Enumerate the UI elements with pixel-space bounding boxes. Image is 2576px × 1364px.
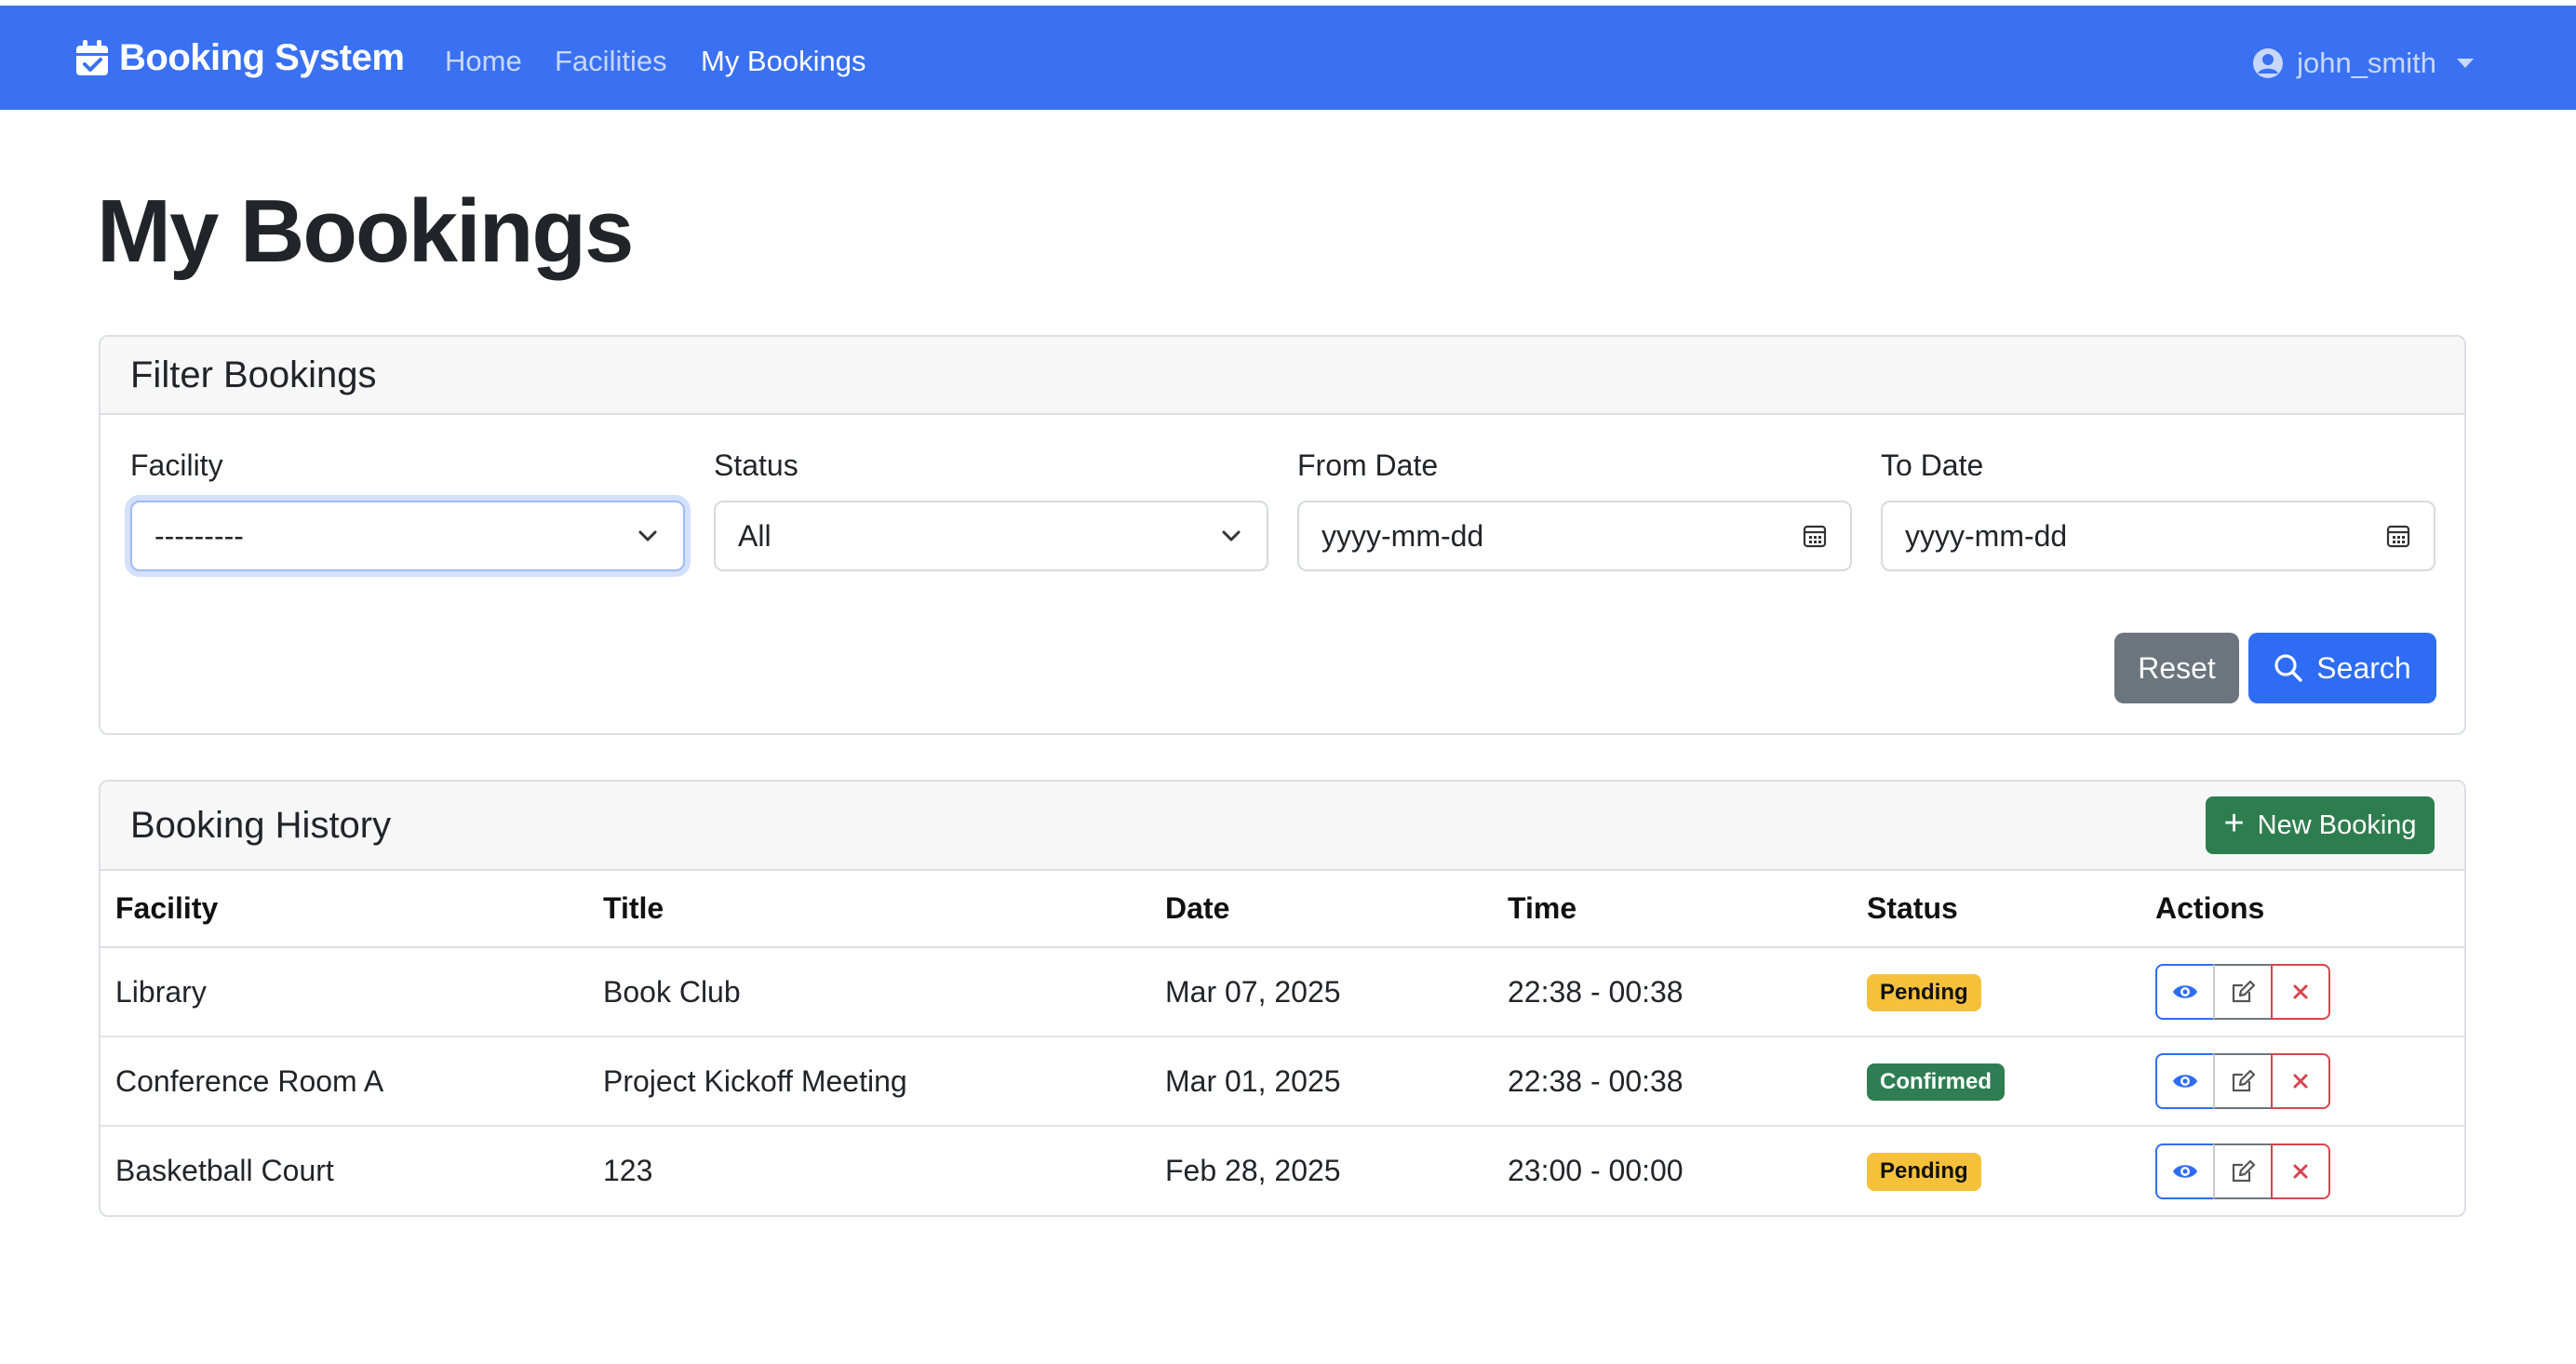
cell-facility: Library (101, 947, 588, 1037)
edit-button[interactable] (2213, 1053, 2273, 1109)
cell-status: Confirmed (1852, 1036, 2140, 1127)
chevron-down-icon (638, 530, 657, 542)
cell-facility: Basketball Court (115, 1154, 334, 1187)
cell-time: 22:38 - 00:38 (1493, 1036, 1852, 1127)
close-icon (2293, 984, 2308, 999)
nav-home[interactable]: Home (445, 45, 522, 78)
eye-icon (2173, 1164, 2197, 1178)
from-date-placeholder: yyyy-mm-dd (1322, 518, 1484, 553)
delete-button[interactable] (2271, 1143, 2330, 1199)
cell-time: 23:00 - 00:00 (1508, 1154, 1684, 1187)
filter-card: Filter Bookings Facility --------- Statu… (99, 335, 2466, 735)
cell-date: Mar 07, 2025 (1150, 947, 1493, 1037)
cell-actions (2140, 947, 2464, 1037)
status-field: Status All (714, 448, 1268, 571)
view-button[interactable] (2155, 1143, 2215, 1199)
filter-card-header: Filter Bookings (101, 337, 2464, 415)
navbar: Booking System Home Facilities My Bookin… (0, 6, 2576, 110)
col-date: Date (1150, 871, 1493, 948)
cell-facility: Conference Room A (101, 1036, 588, 1127)
bookings-table: Facility Title Date Time Status Actions … (101, 871, 2464, 1215)
to-date-placeholder: yyyy-mm-dd (1905, 518, 2068, 553)
row-actions (2155, 1053, 2449, 1109)
search-icon (2274, 654, 2302, 682)
table-row: Conference Room A Project Kickoff Meetin… (101, 1036, 2464, 1127)
calendar-icon[interactable] (1802, 523, 1828, 549)
col-time: Time (1493, 871, 1852, 948)
edit-icon (2232, 980, 2256, 1003)
to-date-field: To Date yyyy-mm-dd (1881, 448, 2435, 571)
cell-status: Pending (1852, 1126, 2140, 1215)
edit-button[interactable] (2213, 1143, 2273, 1199)
to-date-label: To Date (1881, 448, 1984, 482)
table-header-row: Facility Title Date Time Status Actions (101, 871, 2464, 948)
edit-icon (2232, 1159, 2256, 1182)
status-badge: Pending (1867, 973, 1981, 1012)
cell-actions (2140, 1036, 2464, 1127)
eye-icon (2173, 1075, 2197, 1088)
username: john_smith (2297, 47, 2436, 79)
from-date-field: From Date yyyy-mm-dd (1297, 448, 1852, 571)
from-date-label: From Date (1297, 448, 1439, 482)
booking-history-header: Booking History + New Booking (101, 782, 2464, 871)
col-title: Title (588, 871, 1150, 948)
from-date-input[interactable]: yyyy-mm-dd (1297, 501, 1852, 571)
nav-my-bookings[interactable]: My Bookings (701, 45, 865, 78)
row-actions (2155, 964, 2449, 1020)
cell-date: Feb 28, 2025 (1165, 1154, 1341, 1187)
booking-history-card: Booking History + New Booking Facility T… (99, 780, 2466, 1217)
brand-text: Booking System (119, 36, 405, 78)
plus-icon: + (2223, 804, 2245, 843)
chevron-down-icon (2457, 59, 2474, 68)
search-label: Search (2316, 650, 2411, 685)
facility-label: Facility (130, 448, 223, 482)
table-row: Basketball Court 123 Feb 28, 2025 23:00 … (101, 1126, 2464, 1215)
calendar-check-icon (76, 40, 108, 75)
reset-label: Reset (2138, 650, 2216, 685)
status-badge: Confirmed (1867, 1063, 2005, 1102)
view-button[interactable] (2155, 964, 2215, 1020)
brand-link[interactable]: Booking System (74, 33, 405, 82)
booking-history-title: Booking History (130, 804, 392, 846)
status-select[interactable]: All (714, 501, 1268, 571)
col-status: Status (1852, 871, 2140, 948)
status-badge: Pending (1867, 1153, 1981, 1191)
nav-facilities[interactable]: Facilities (555, 45, 667, 78)
new-booking-button[interactable]: + New Booking (2206, 796, 2435, 854)
delete-button[interactable] (2271, 964, 2330, 1020)
cell-date: Mar 01, 2025 (1150, 1036, 1493, 1127)
facility-select[interactable]: --------- (130, 501, 685, 571)
cell-actions (2140, 1126, 2464, 1215)
eye-icon (2173, 985, 2197, 998)
close-icon (2293, 1074, 2308, 1089)
status-select-value: All (738, 518, 771, 553)
new-booking-label: New Booking (2257, 809, 2417, 840)
reset-button[interactable]: Reset (2114, 633, 2239, 703)
edit-icon (2232, 1069, 2256, 1092)
close-icon (2293, 1164, 2308, 1178)
calendar-icon[interactable] (2385, 523, 2411, 549)
col-actions: Actions (2140, 871, 2464, 948)
col-facility: Facility (101, 871, 588, 948)
facility-select-value: --------- (154, 518, 244, 553)
view-button[interactable] (2155, 1053, 2215, 1109)
facility-field: Facility --------- (130, 448, 685, 571)
cell-status: Pending (1852, 947, 2140, 1037)
cell-time: 22:38 - 00:38 (1493, 947, 1852, 1037)
table-row: Library Book Club Mar 07, 2025 22:38 - 0… (101, 947, 2464, 1037)
filter-title: Filter Bookings (130, 354, 377, 395)
user-circle-icon (2253, 48, 2284, 78)
to-date-input[interactable]: yyyy-mm-dd (1881, 501, 2435, 571)
page-title: My Bookings (97, 181, 634, 281)
row-actions (2155, 1143, 2449, 1199)
chevron-down-icon (1222, 530, 1241, 542)
cell-title: Project Kickoff Meeting (588, 1036, 1150, 1127)
edit-button[interactable] (2213, 964, 2273, 1020)
cell-title: 123 (603, 1154, 653, 1187)
status-label: Status (714, 448, 798, 482)
user-menu[interactable]: john_smith (2252, 41, 2474, 86)
cell-title: Book Club (588, 947, 1150, 1037)
delete-button[interactable] (2271, 1053, 2330, 1109)
search-button[interactable]: Search (2248, 633, 2436, 703)
